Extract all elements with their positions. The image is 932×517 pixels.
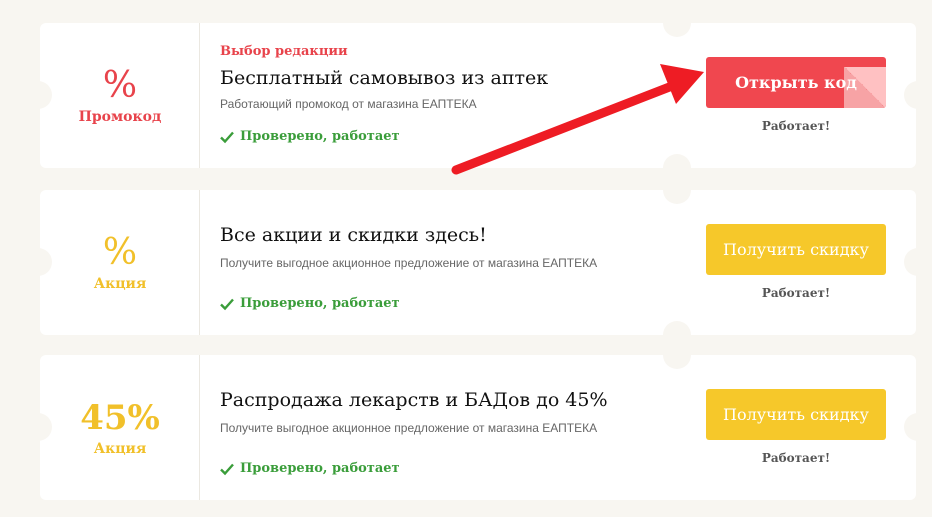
get-discount-button[interactable]: Получить скидку bbox=[706, 224, 886, 275]
coupon-card-2: % Акция Все акции и скидки здесь! Получи… bbox=[24, 176, 932, 349]
notch bbox=[904, 413, 932, 441]
notch bbox=[663, 9, 691, 37]
coupon-kind: Акция bbox=[93, 440, 147, 457]
status-text: Работает! bbox=[761, 119, 831, 133]
coupon-value: % bbox=[102, 64, 138, 106]
verified-label: Проверено, работает bbox=[220, 461, 400, 476]
coupon-value: % bbox=[102, 231, 138, 273]
notch bbox=[904, 248, 932, 276]
coupon-value-block: % Промокод bbox=[40, 23, 200, 168]
coupon-title[interactable]: Все акции и скидки здесь! bbox=[220, 224, 487, 246]
coupon-description: Получите выгодное акционное предложение … bbox=[220, 421, 598, 435]
checkmark-icon bbox=[220, 131, 234, 143]
coupon-kind: Акция bbox=[93, 275, 147, 292]
coupon-value: 45% bbox=[80, 397, 160, 438]
coupon-title[interactable]: Бесплатный самовывоз из аптек bbox=[220, 67, 548, 89]
verified-text: Проверено, работает bbox=[240, 461, 400, 476]
verified-label: Проверено, работает bbox=[220, 129, 400, 144]
status-text: Работает! bbox=[761, 286, 831, 300]
coupon-description: Получите выгодное акционное предложение … bbox=[220, 256, 598, 270]
coupon-title[interactable]: Распродажа лекарств и БАДов до 45% bbox=[220, 389, 608, 411]
get-discount-label: Получить скидку bbox=[723, 405, 869, 424]
coupon-value-block: % Акция bbox=[40, 190, 200, 335]
verified-text: Проверено, работает bbox=[240, 296, 400, 311]
status-text: Работает! bbox=[761, 451, 831, 465]
verified-label: Проверено, работает bbox=[220, 296, 400, 311]
coupon-description: Работающий промокод от магазина ЕАПТЕКА bbox=[220, 97, 477, 111]
open-code-button[interactable]: Открыть код bbox=[706, 57, 886, 108]
open-code-label: Открыть код bbox=[735, 73, 857, 92]
coupon-card-1: % Промокод Выбор редакции Бесплатный сам… bbox=[24, 9, 932, 182]
get-discount-button[interactable]: Получить скидку bbox=[706, 389, 886, 440]
notch bbox=[663, 341, 691, 369]
verified-text: Проверено, работает bbox=[240, 129, 400, 144]
checkmark-icon bbox=[220, 463, 234, 475]
coupon-kind: Промокод bbox=[78, 108, 162, 125]
editors-choice-badge: Выбор редакции bbox=[220, 44, 348, 59]
coupon-value-block: 45% Акция bbox=[40, 355, 200, 500]
notch bbox=[663, 176, 691, 204]
checkmark-icon bbox=[220, 298, 234, 310]
notch bbox=[904, 81, 932, 109]
coupon-card-3: 45% Акция Распродажа лекарств и БАДов до… bbox=[24, 341, 932, 500]
get-discount-label: Получить скидку bbox=[723, 240, 869, 259]
